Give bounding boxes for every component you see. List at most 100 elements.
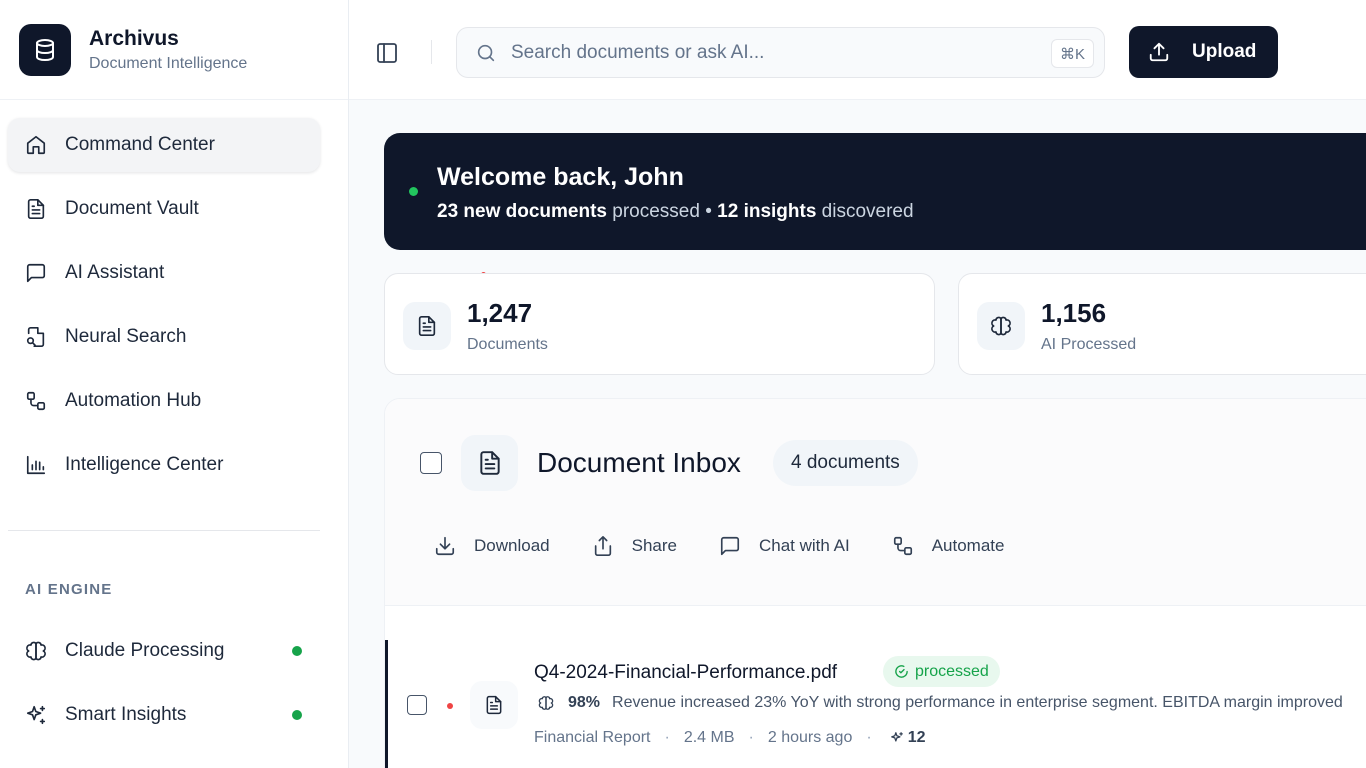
brand-tagline: Document Intelligence <box>89 54 248 72</box>
stat-label: Documents <box>467 336 548 353</box>
inbox-title: Document Inbox <box>537 447 741 478</box>
chat-with-ai-button[interactable]: Chat with AI <box>719 535 850 557</box>
insights-value: 12 <box>907 729 926 746</box>
topbar: ⌘K Upload <box>349 0 1366 100</box>
message-square-icon <box>719 535 741 557</box>
document-count-badge: 4 documents <box>773 440 918 486</box>
file-text-icon <box>403 302 451 350</box>
meta-separator: · <box>866 729 872 746</box>
sparkles-icon <box>890 731 904 745</box>
bar-chart-icon <box>25 454 47 476</box>
database-icon[interactable] <box>19 23 71 76</box>
home-icon <box>25 134 47 156</box>
stat-card-ai-processed[interactable]: 1,156 AI Processed <box>958 273 1366 375</box>
processed-text: processed • <box>607 201 718 222</box>
engine-label: Claude Processing <box>65 640 225 661</box>
file-text-icon <box>25 198 47 220</box>
file-size: 2.4 MB <box>683 729 735 746</box>
stat-value: 1,156 <box>1041 298 1107 328</box>
share-icon <box>592 535 614 557</box>
nav-item-intelligence-center[interactable]: Intelligence Center <box>8 438 320 492</box>
document-meta: Financial Report · 2.4 MB · 2 hours ago … <box>534 729 925 747</box>
brain-icon <box>977 302 1025 350</box>
share-button[interactable]: Share <box>592 535 677 557</box>
brain-icon <box>25 640 47 662</box>
select-all-checkbox[interactable] <box>420 452 442 474</box>
nav-item-ai-assistant[interactable]: AI Assistant <box>8 246 320 300</box>
sparkles-icon <box>25 704 47 726</box>
ai-engine-list: Claude Processing Smart Insights <box>8 624 320 752</box>
row-checkbox[interactable] <box>407 695 427 715</box>
download-button[interactable]: Download <box>434 535 550 557</box>
search-icon <box>475 42 497 64</box>
search-bar[interactable]: ⌘K <box>456 27 1105 78</box>
section-label-ai-engine: AI ENGINE <box>25 581 113 598</box>
divider <box>431 40 432 64</box>
action-label: Download <box>474 536 550 555</box>
summary-text: Revenue increased 23% YoY with strong pe… <box>612 694 1343 711</box>
sidebar-toggle-icon[interactable] <box>375 41 399 65</box>
document-name[interactable]: Q4-2024-Financial-Performance.pdf <box>534 662 837 684</box>
keyboard-shortcut: ⌘K <box>1050 39 1094 68</box>
nav-label: Automation Hub <box>65 390 202 411</box>
stat-value: 1,247 <box>467 298 533 328</box>
workflow-icon <box>25 390 47 412</box>
stat-card-documents[interactable]: 1,247 Documents <box>384 273 935 375</box>
brand: Archivus Document Intelligence <box>0 0 348 100</box>
engine-item-smart-insights[interactable]: Smart Insights <box>8 688 320 742</box>
message-square-icon <box>25 262 47 284</box>
upload-icon <box>1148 41 1170 63</box>
document-row[interactable]: Q4-2024-Financial-Performance.pdf proces… <box>385 640 1366 768</box>
document-inbox: Document Inbox 4 documents Download Shar… <box>384 398 1366 768</box>
nav-divider <box>8 530 320 531</box>
brain-icon <box>538 695 554 711</box>
automate-button[interactable]: Automate <box>892 535 1005 557</box>
action-label: Chat with AI <box>758 536 850 555</box>
workflow-icon <box>892 535 914 557</box>
sidebar: Archivus Document Intelligence Command C… <box>0 0 349 768</box>
action-label: Share <box>631 536 677 555</box>
nav-label: Command Center <box>65 134 215 155</box>
inbox-header: Document Inbox 4 documents Download Shar… <box>385 399 1366 606</box>
stat-label: AI Processed <box>1041 336 1137 353</box>
file-search-icon <box>25 326 47 348</box>
meta-separator: · <box>748 729 754 746</box>
main-nav: Command Center Document Vault AI Assista… <box>8 118 320 502</box>
status-indicator <box>292 646 302 656</box>
ai-summary: 98% Revenue increased 23% YoY with stron… <box>538 694 1343 712</box>
meta-separator: · <box>664 729 670 746</box>
status-label: processed <box>915 662 989 680</box>
download-icon <box>434 535 456 557</box>
nav-item-command-center[interactable]: Command Center <box>8 118 320 172</box>
check-circle-icon <box>894 664 909 679</box>
nav-label: Neural Search <box>65 326 187 347</box>
action-label: Automate <box>931 536 1005 555</box>
nav-label: AI Assistant <box>65 262 165 283</box>
document-type: Financial Report <box>534 729 651 746</box>
file-text-icon <box>470 681 518 729</box>
nav-label: Document Vault <box>65 198 199 219</box>
welcome-subtitle: 23 new documents processed • 12 insights… <box>437 201 914 223</box>
welcome-banner: Welcome back, John 23 new documents proc… <box>384 133 1366 250</box>
bulk-actions: Download Share Chat with AI Automate <box>434 535 1046 557</box>
upload-button[interactable]: Upload <box>1129 26 1278 78</box>
status-indicator <box>292 710 302 720</box>
unread-indicator <box>447 703 453 709</box>
nav-item-neural-search[interactable]: Neural Search <box>8 310 320 364</box>
discovered-text: discovered <box>816 201 914 222</box>
live-indicator <box>409 187 418 196</box>
engine-item-claude-processing[interactable]: Claude Processing <box>8 624 320 678</box>
status-badge: processed <box>883 656 1000 687</box>
upload-label: Upload <box>1192 41 1257 62</box>
insights-count: 12 insights <box>717 201 817 222</box>
confidence-score: 98% <box>568 694 601 711</box>
brand-name: Archivus <box>89 26 179 50</box>
nav-label: Intelligence Center <box>65 454 224 475</box>
new-docs-count: 23 new documents <box>437 201 607 222</box>
search-input[interactable] <box>511 41 1031 64</box>
insights-count: 12 <box>886 729 926 747</box>
nav-item-document-vault[interactable]: Document Vault <box>8 182 320 236</box>
nav-item-automation-hub[interactable]: Automation Hub <box>8 374 320 428</box>
file-text-icon <box>461 435 518 491</box>
engine-label: Smart Insights <box>65 704 187 725</box>
